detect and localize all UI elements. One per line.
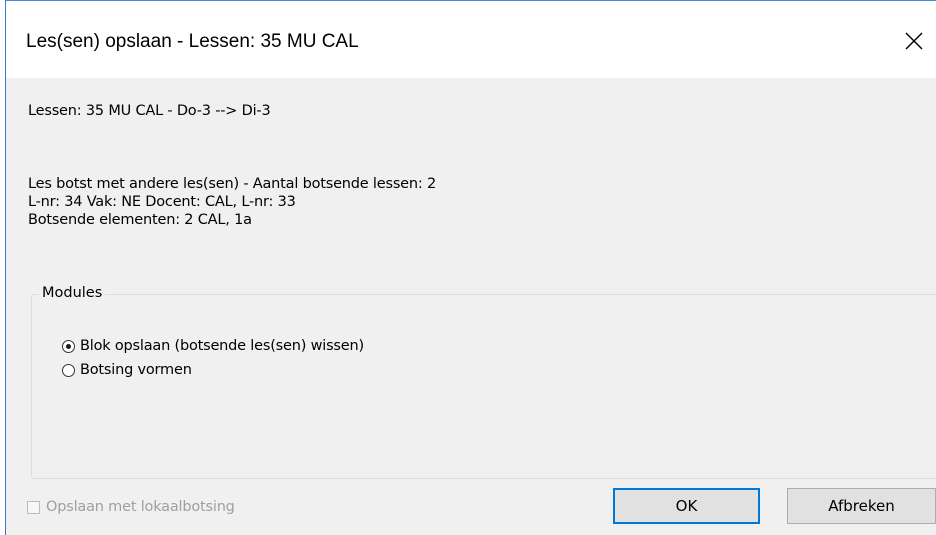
close-button[interactable] — [892, 21, 936, 61]
radio-blok-opslaan-label: Blok opslaan (botsende les(sen) wissen) — [80, 338, 364, 354]
close-icon — [905, 32, 923, 50]
lokaalbotsing-checkbox-label: Opslaan met lokaalbotsing — [46, 499, 235, 515]
lokaalbotsing-checkbox-row: Opslaan met lokaalbotsing — [27, 498, 235, 516]
modules-group-label: Modules — [39, 284, 106, 302]
radio-botsing-vormen-label: Botsing vormen — [80, 362, 192, 378]
dialog-body: Lessen: 35 MU CAL - Do-3 --> Di-3 Les bo… — [6, 78, 936, 535]
window-title: Les(sen) opslaan - Lessen: 35 MU CAL — [26, 31, 359, 52]
lesson-info-line: Lessen: 35 MU CAL - Do-3 --> Di-3 — [28, 103, 271, 119]
conflict-summary-line: Les botst met andere les(sen) - Aantal b… — [28, 176, 437, 192]
lokaalbotsing-checkbox — [27, 500, 40, 514]
radio-button-unselected[interactable] — [62, 363, 75, 377]
radio-button-selected[interactable] — [62, 339, 75, 353]
cancel-button[interactable]: Afbreken — [787, 488, 936, 524]
radio-blok-opslaan[interactable]: Blok opslaan (botsende les(sen) wissen) — [62, 337, 364, 355]
modules-groupbox: Modules Blok opslaan (botsende les(sen) … — [31, 284, 936, 479]
conflict-elements-line: Botsende elementen: 2 CAL, 1a — [28, 212, 252, 228]
conflict-detail-line: L-nr: 34 Vak: NE Docent: CAL, L-nr: 33 — [28, 194, 296, 210]
ok-button[interactable]: OK — [613, 488, 760, 524]
radio-botsing-vormen[interactable]: Botsing vormen — [62, 361, 192, 379]
title-bar: Les(sen) opslaan - Lessen: 35 MU CAL — [6, 0, 936, 78]
